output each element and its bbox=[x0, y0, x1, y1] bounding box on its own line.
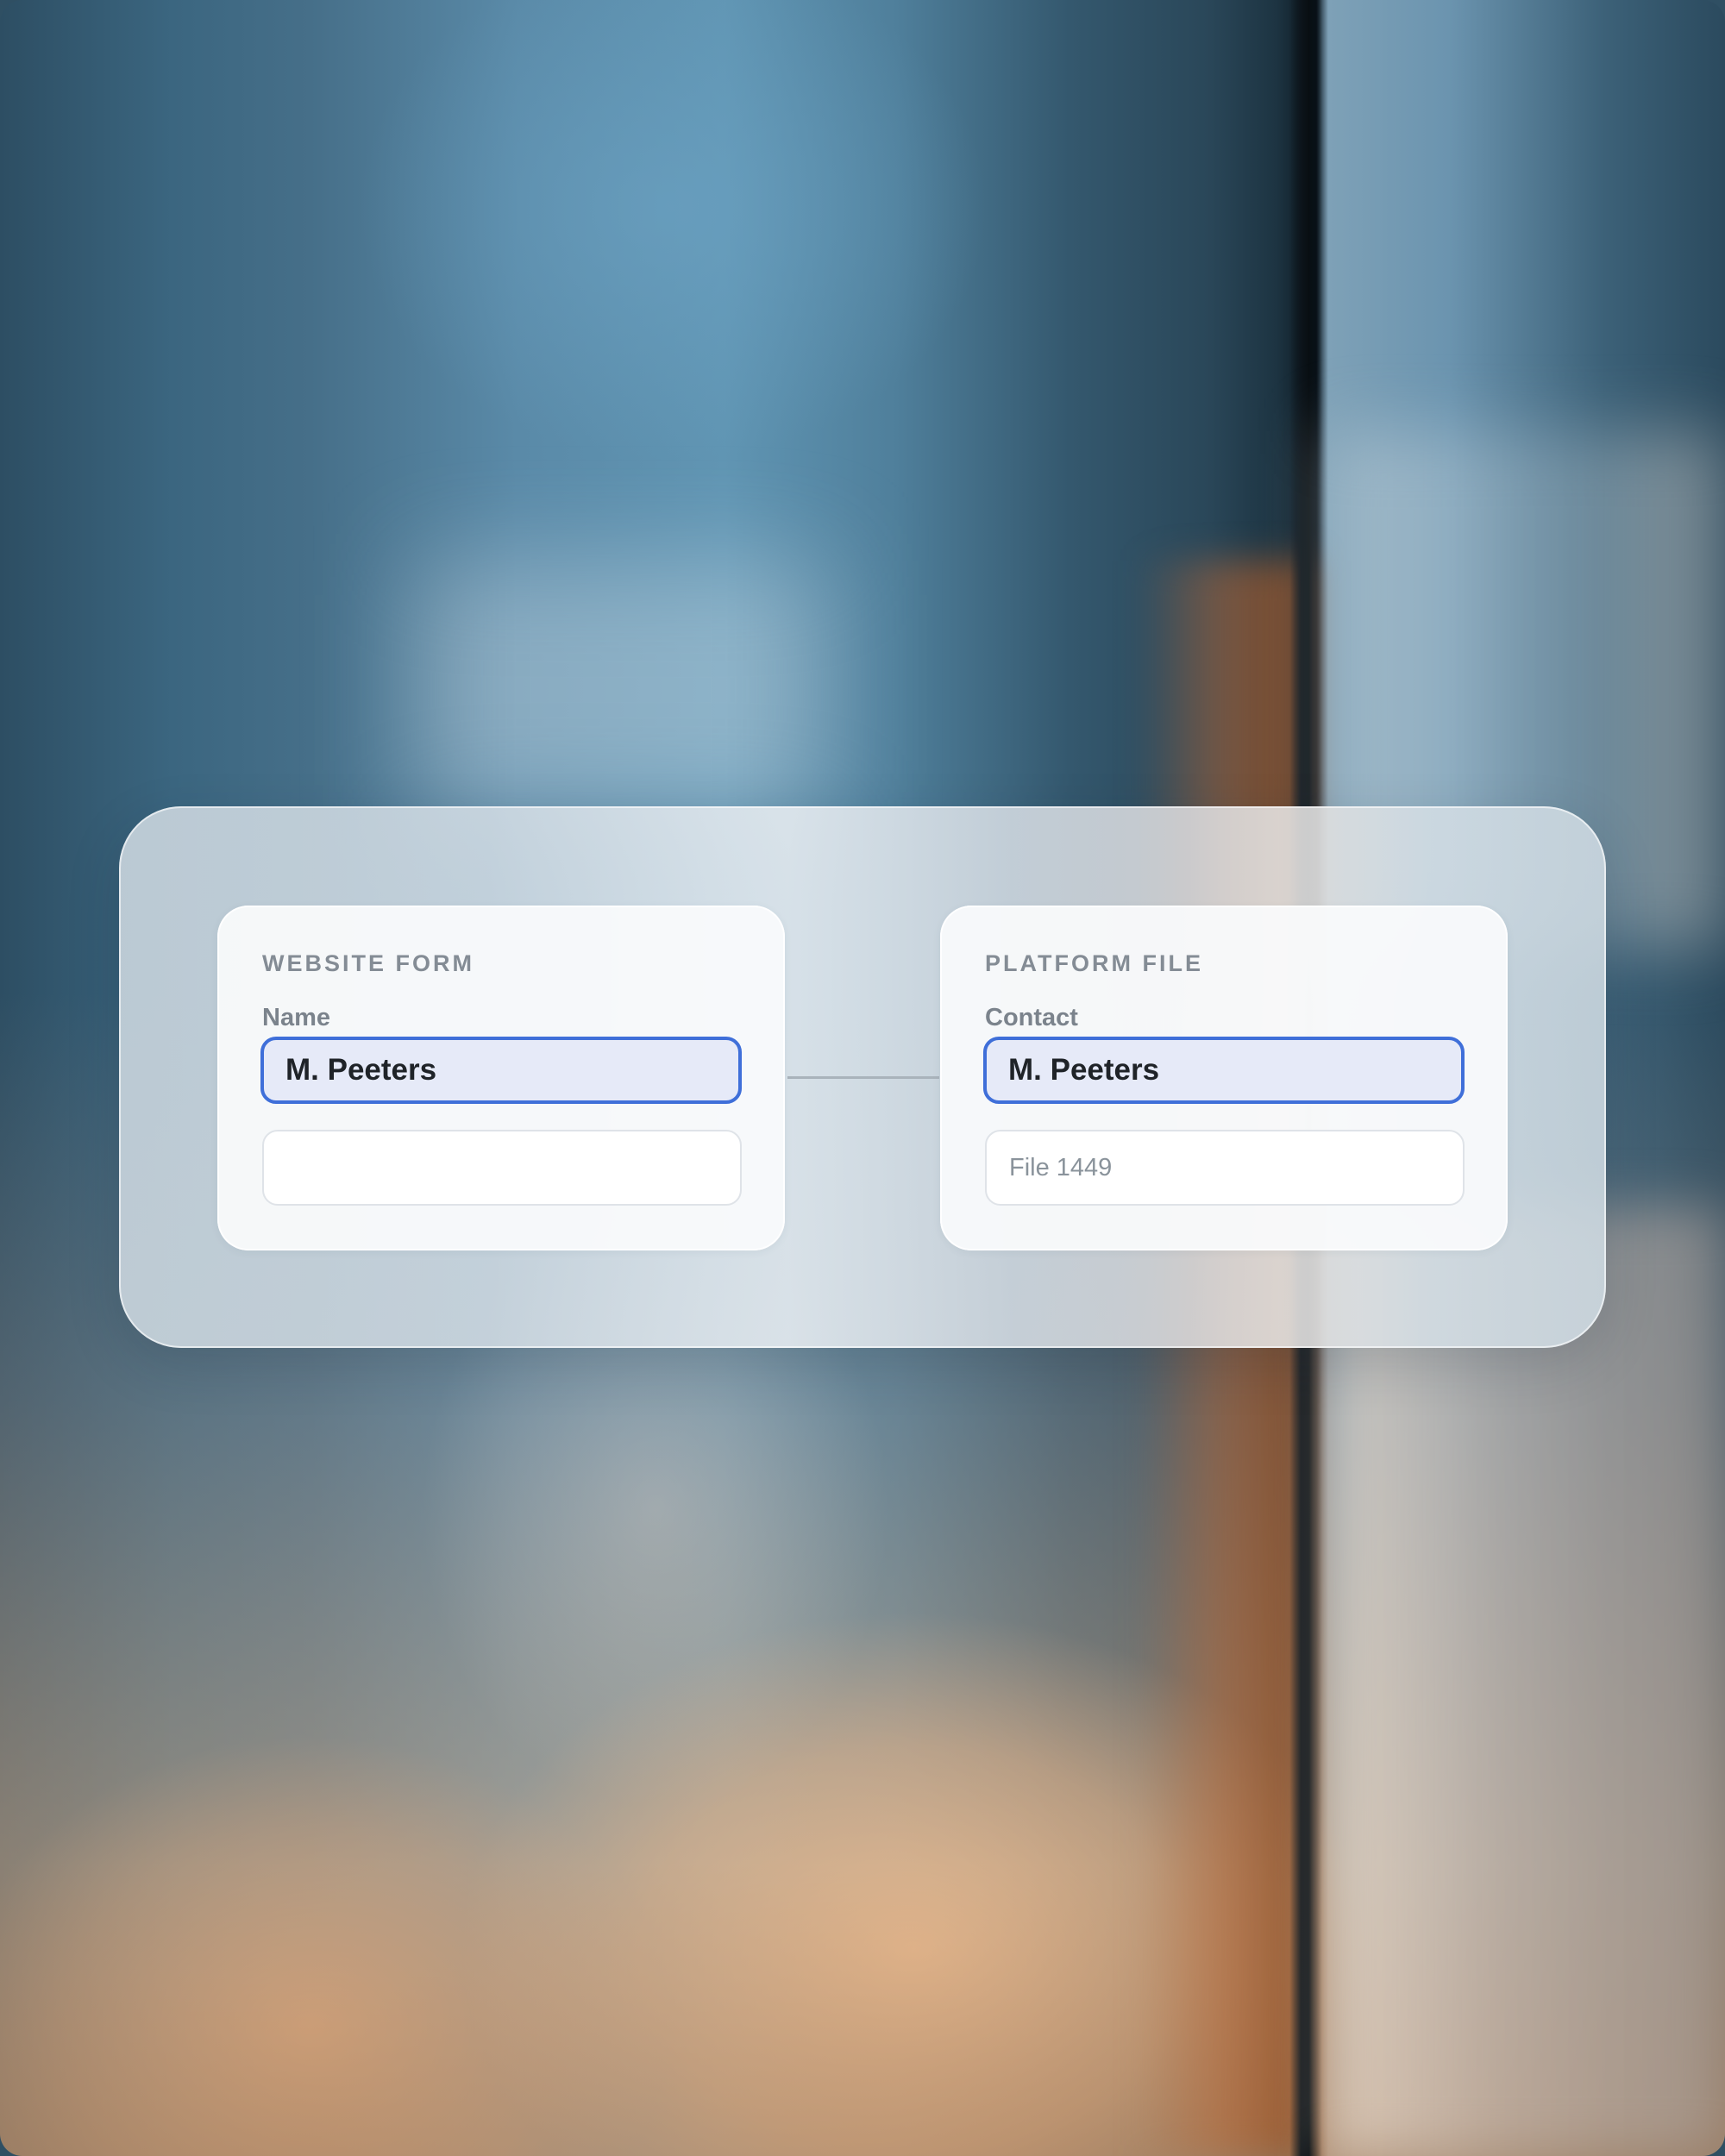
website-form-second-field[interactable] bbox=[262, 1130, 742, 1206]
website-form-title: WEBSITE FORM bbox=[262, 950, 474, 976]
background-right-light bbox=[1328, 1207, 1725, 2156]
file-field[interactable]: File 1449 bbox=[985, 1130, 1465, 1206]
name-field-label: Name bbox=[262, 1004, 330, 1031]
background-amber-edge bbox=[1138, 561, 1311, 2156]
contact-field[interactable]: M. Peeters bbox=[983, 1037, 1465, 1104]
field-connector-line bbox=[787, 1076, 939, 1079]
platform-file-title: PLATFORM FILE bbox=[985, 950, 1203, 976]
contact-field-value: M. Peeters bbox=[1008, 1053, 1160, 1087]
background-light-patch bbox=[414, 561, 828, 819]
contact-field-label: Contact bbox=[985, 1004, 1078, 1031]
name-field[interactable]: M. Peeters bbox=[260, 1037, 742, 1104]
name-field-value: M. Peeters bbox=[285, 1053, 437, 1087]
website-form-card: WEBSITE FORM Name M. Peeters bbox=[217, 906, 785, 1250]
platform-file-card: PLATFORM FILE Contact M. Peeters File 14… bbox=[940, 906, 1508, 1250]
background-scene: WEBSITE FORM Name M. Peeters PLATFORM FI… bbox=[0, 0, 1725, 2156]
file-field-value: File 1449 bbox=[1009, 1153, 1113, 1181]
